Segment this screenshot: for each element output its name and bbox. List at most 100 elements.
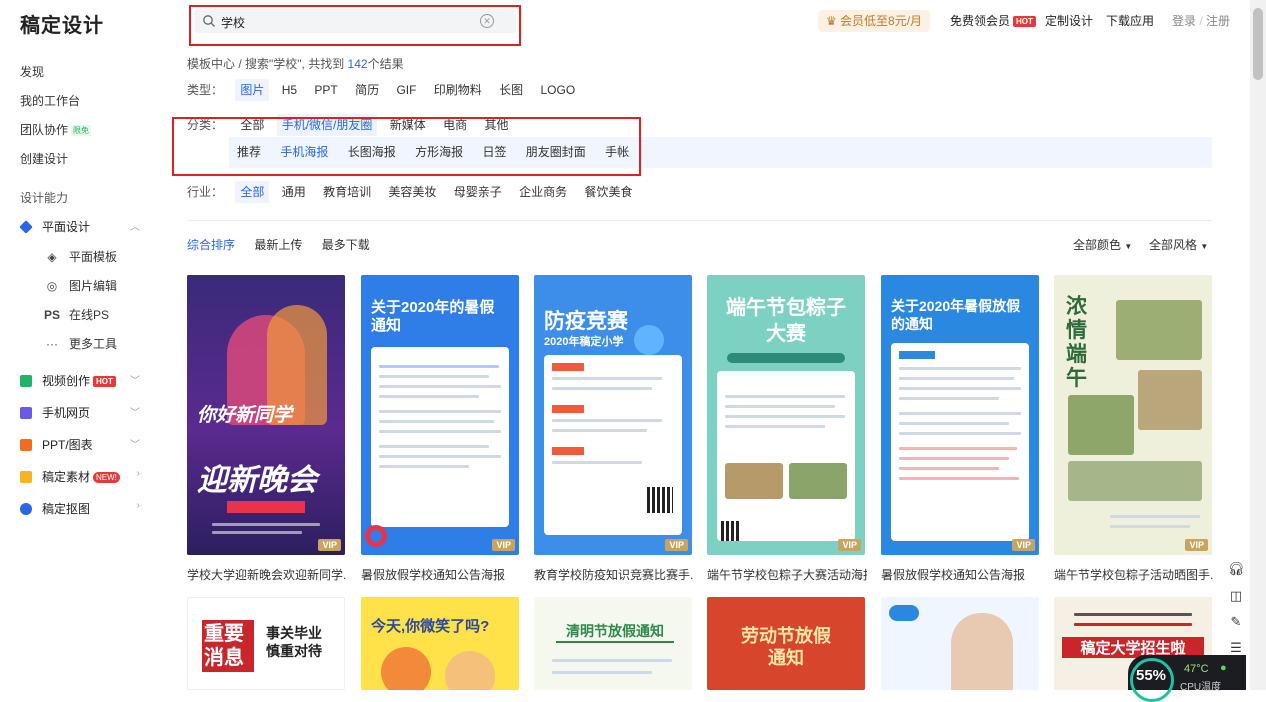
scrollbar-thumb[interactable] — [1253, 8, 1263, 80]
sidebar-item-workspace[interactable]: 我的工作台 — [20, 92, 80, 109]
highlight-box-search — [189, 5, 521, 46]
card-logo — [889, 605, 919, 621]
color-filter-dropdown[interactable]: 全部颜色 ▼ — [1073, 236, 1132, 253]
card-text-line — [899, 422, 1009, 425]
filter-label-industry: 行业： — [187, 185, 224, 199]
card-text-line — [212, 523, 320, 526]
filter-type-option[interactable]: PPT — [309, 79, 342, 101]
cpu-temp-label: CPU温度 — [1180, 682, 1222, 693]
filter-type-option[interactable]: GIF — [391, 79, 421, 101]
sidebar-sub-templates[interactable]: ◈ 平面模板 — [44, 248, 117, 265]
template-card[interactable]: 你好新同学 迎新晚会 VIP — [187, 275, 345, 555]
virus-icon — [634, 325, 664, 355]
card-text-line — [899, 467, 999, 470]
sidebar-group-ppt[interactable]: PPT/图表 ﹀ — [20, 436, 140, 453]
filter-industry-option[interactable]: 美容美妆 — [383, 181, 441, 203]
vip-crown-icon: ♛ — [825, 14, 837, 28]
card-caption[interactable]: 端午节学校包粽子大赛活动海报 — [707, 566, 867, 583]
card-text-line — [725, 395, 845, 398]
card-text-line — [552, 429, 647, 432]
filter-industry-option[interactable]: 教育培训 — [318, 181, 376, 203]
sidebar-item-team-label: 团队协作 — [20, 123, 69, 137]
dots-icon: ··· — [46, 337, 58, 351]
card-caption[interactable]: 教育学校防疫知识竞赛比赛手... — [534, 566, 694, 583]
sidebar-group-assets-label: 稿定素材 — [42, 470, 91, 484]
sidebar-item-team[interactable]: 团队协作 限免 — [20, 121, 92, 138]
card-caption[interactable]: 暑假放假学校通知公告海报 — [881, 566, 1041, 583]
template-card[interactable]: 浓情端午 VIP — [1054, 275, 1212, 555]
sort-option[interactable]: 最新上传 — [254, 238, 302, 252]
sidebar-group-video[interactable]: 视频创作 HOT ﹀ — [20, 372, 140, 389]
custom-design-link[interactable]: 定制设计 — [1045, 10, 1093, 32]
sidebar-group-assets[interactable]: 稿定素材 NEW! › — [20, 468, 140, 485]
card-text-line — [552, 461, 642, 464]
download-app-link[interactable]: 下载应用 — [1106, 10, 1154, 32]
filter-type-option[interactable]: H5 — [277, 79, 302, 101]
card-title: 重要消息 — [202, 620, 254, 672]
template-card[interactable]: 关于2020年的暑假通知 VIP — [361, 275, 519, 555]
vip-badge: VIP — [492, 539, 515, 551]
sort-option[interactable]: 最多下载 — [322, 238, 370, 252]
vip-promo-button[interactable]: ♛ 会员低至8元/月 — [818, 10, 930, 32]
cpu-temp: 47°C — [1184, 663, 1209, 675]
template-card[interactable]: 清明节放假通知 — [534, 597, 692, 690]
headset-icon[interactable]: 🎧︎ — [1224, 561, 1248, 585]
template-card[interactable]: 重要消息 事关毕业慎重对待 — [187, 597, 345, 690]
filter-type-option[interactable]: 简历 — [350, 79, 384, 101]
template-card[interactable]: 今天,你微笑了吗? — [361, 597, 519, 690]
sidebar-group-cutout-label: 稿定抠图 — [42, 502, 91, 516]
cpu-percent: 55% — [1136, 667, 1167, 684]
sidebar-group-mobile[interactable]: 手机网页 ﹀ — [20, 404, 140, 421]
template-card[interactable]: 防疫竞赛 2020年稿定小学 VIP — [534, 275, 692, 555]
filter-type-option[interactable]: LOGO — [536, 79, 581, 101]
sidebar-sub-more-tools[interactable]: ··· 更多工具 — [44, 335, 117, 352]
cpu-monitor-widget: 55% 47°C ● CPU温度 — [1128, 655, 1246, 702]
sidebar-item-discover[interactable]: 发现 — [20, 63, 44, 80]
free-vip-link[interactable]: 免费领会员 HOT — [950, 10, 1036, 32]
card-tag — [727, 353, 845, 363]
card-text-line — [379, 375, 489, 378]
filter-type-option[interactable]: 印刷物料 — [429, 79, 487, 101]
kids-illustration — [381, 647, 431, 690]
sidebar-item-create[interactable]: 创建设计 — [20, 150, 68, 167]
filter-type-option[interactable]: 长图 — [494, 79, 528, 101]
page-scrollbar[interactable] — [1250, 0, 1266, 690]
filter-industry-option[interactable]: 通用 — [277, 181, 311, 203]
card-title: 你好新同学 — [197, 405, 293, 426]
zongzi-photo — [725, 463, 783, 499]
sidebar-sub-image-edit[interactable]: ◎ 图片编辑 — [44, 277, 117, 294]
video-icon — [20, 375, 32, 387]
sidebar-group-graphic[interactable]: 平面设计 ︿ — [19, 218, 140, 235]
template-card[interactable] — [881, 597, 1039, 690]
leaf-icon: ● — [1220, 662, 1227, 674]
vip-badge: VIP — [318, 539, 341, 551]
site-logo[interactable]: 稿定设计 — [20, 9, 104, 38]
card-caption[interactable]: 暑假放假学校通知公告海报 — [361, 566, 521, 583]
sidebar-group-cutout[interactable]: 稿定抠图 › — [20, 500, 140, 517]
feedback-icon[interactable]: ✎ — [1224, 614, 1248, 638]
filter-industry-option[interactable]: 餐饮美食 — [580, 181, 638, 203]
style-filter-dropdown[interactable]: 全部风格 ▼ — [1149, 236, 1208, 253]
template-card[interactable]: 关于2020年暑假放假的通知 VIP — [881, 275, 1039, 555]
card-text-line — [379, 385, 501, 388]
card-text-line — [899, 447, 1017, 450]
register-link[interactable]: 注册 — [1206, 14, 1230, 28]
sidebar-sub-online-ps[interactable]: PS 在线PS — [44, 306, 109, 323]
style-filter-label: 全部风格 — [1149, 238, 1198, 252]
compare-icon[interactable]: ◫ — [1224, 588, 1248, 612]
filter-industry-option[interactable]: 全部 — [235, 181, 270, 203]
template-card[interactable]: 劳动节放假通知 — [707, 597, 865, 690]
login-link[interactable]: 登录 — [1172, 14, 1196, 28]
card-caption[interactable]: 端午节学校包粽子活动晒图手... — [1054, 566, 1214, 583]
sidebar-group-ppt-label: PPT/图表 — [42, 438, 93, 452]
card-caption[interactable]: 学校大学迎新晚会欢迎新同学... — [187, 566, 347, 583]
sidebar-section-title: 设计能力 — [20, 191, 69, 205]
ps-icon: PS — [44, 308, 61, 322]
filter-industry-option[interactable]: 母婴亲子 — [449, 181, 507, 203]
filter-industry-option[interactable]: 企业商务 — [514, 181, 572, 203]
card-text-line — [899, 432, 1021, 435]
filter-type-option[interactable]: 图片 — [235, 79, 270, 101]
sort-option[interactable]: 综合排序 — [187, 238, 235, 252]
breadcrumb: 模板中心 / 搜索"学校", 共找到 142个结果 — [187, 55, 404, 72]
template-card[interactable]: 端午节包粽子大赛 VIP — [707, 275, 865, 555]
